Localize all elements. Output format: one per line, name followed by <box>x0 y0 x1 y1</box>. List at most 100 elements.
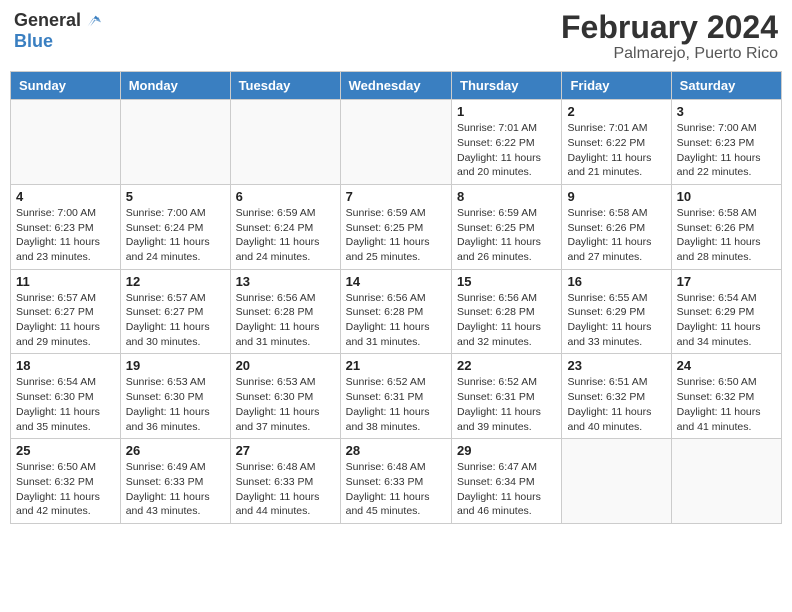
day-number: 15 <box>457 274 556 289</box>
day-number: 11 <box>16 274 115 289</box>
day-info: Sunrise: 6:52 AM Sunset: 6:31 PM Dayligh… <box>457 375 556 434</box>
calendar-cell: 24 Sunrise: 6:50 AM Sunset: 6:32 PM Dayli… <box>671 354 781 439</box>
day-header-saturday: Saturday <box>671 72 781 100</box>
calendar-cell: 1 Sunrise: 7:01 AM Sunset: 6:22 PM Daylig… <box>452 100 562 185</box>
day-number: 1 <box>457 104 556 119</box>
calendar-cell: 10Sunrise: 6:58 AM Sunset: 6:26 PM Dayli… <box>671 184 781 269</box>
calendar-cell: 25 Sunrise: 6:50 AM Sunset: 6:32 PM Dayli… <box>11 439 121 524</box>
day-info: Sunrise: 6:52 AM Sunset: 6:31 PM Dayligh… <box>346 375 446 434</box>
calendar-cell: 6Sunrise: 6:59 AM Sunset: 6:24 PM Daylig… <box>230 184 340 269</box>
calendar-cell: 19Sunrise: 6:53 AM Sunset: 6:30 PM Dayli… <box>120 354 230 439</box>
day-info: Sunrise: 6:59 AM Sunset: 6:24 PM Dayligh… <box>236 206 335 265</box>
calendar-cell <box>230 100 340 185</box>
day-number: 14 <box>346 274 446 289</box>
header: General Blue February 2024 Palmarejo, Pu… <box>10 10 782 63</box>
calendar-cell: 7 Sunrise: 6:59 AM Sunset: 6:25 PM Daylig… <box>340 184 451 269</box>
day-info: Sunrise: 6:51 AM Sunset: 6:32 PM Dayligh… <box>567 375 665 434</box>
day-number: 12 <box>126 274 225 289</box>
day-header-tuesday: Tuesday <box>230 72 340 100</box>
logo-blue-text: Blue <box>14 31 53 51</box>
day-info: Sunrise: 6:58 AM Sunset: 6:26 PM Dayligh… <box>677 206 776 265</box>
day-number: 19 <box>126 358 225 373</box>
calendar-cell: 17 Sunrise: 6:54 AM Sunset: 6:29 PM Dayli… <box>671 269 781 354</box>
day-number: 24 <box>677 358 776 373</box>
calendar-cell: 5 Sunrise: 7:00 AM Sunset: 6:24 PM Daylig… <box>120 184 230 269</box>
calendar-cell: 13Sunrise: 6:56 AM Sunset: 6:28 PM Dayli… <box>230 269 340 354</box>
calendar-cell: 9 Sunrise: 6:58 AM Sunset: 6:26 PM Daylig… <box>562 184 671 269</box>
calendar-cell: 27Sunrise: 6:48 AM Sunset: 6:33 PM Dayli… <box>230 439 340 524</box>
day-number: 8 <box>457 189 556 204</box>
calendar-cell <box>671 439 781 524</box>
day-number: 16 <box>567 274 665 289</box>
day-number: 3 <box>677 104 776 119</box>
day-info: Sunrise: 6:49 AM Sunset: 6:33 PM Dayligh… <box>126 460 225 519</box>
day-number: 21 <box>346 358 446 373</box>
day-info: Sunrise: 6:50 AM Sunset: 6:32 PM Dayligh… <box>677 375 776 434</box>
calendar-cell: 15 Sunrise: 6:56 AM Sunset: 6:28 PM Dayli… <box>452 269 562 354</box>
day-number: 27 <box>236 443 335 458</box>
calendar-cell <box>562 439 671 524</box>
calendar-cell: 2 Sunrise: 7:01 AM Sunset: 6:22 PM Daylig… <box>562 100 671 185</box>
calendar-cell: 11 Sunrise: 6:57 AM Sunset: 6:27 PM Dayli… <box>11 269 121 354</box>
day-header-thursday: Thursday <box>452 72 562 100</box>
day-number: 9 <box>567 189 665 204</box>
calendar-cell: 21 Sunrise: 6:52 AM Sunset: 6:31 PM Dayli… <box>340 354 451 439</box>
calendar-cell: 16 Sunrise: 6:55 AM Sunset: 6:29 PM Dayli… <box>562 269 671 354</box>
day-number: 17 <box>677 274 776 289</box>
day-info: Sunrise: 6:54 AM Sunset: 6:29 PM Dayligh… <box>677 291 776 350</box>
day-info: Sunrise: 7:01 AM Sunset: 6:22 PM Dayligh… <box>457 121 556 180</box>
day-number: 22 <box>457 358 556 373</box>
day-number: 18 <box>16 358 115 373</box>
day-info: Sunrise: 6:59 AM Sunset: 6:25 PM Dayligh… <box>457 206 556 265</box>
day-header-wednesday: Wednesday <box>340 72 451 100</box>
day-info: Sunrise: 6:50 AM Sunset: 6:32 PM Dayligh… <box>16 460 115 519</box>
day-header-friday: Friday <box>562 72 671 100</box>
day-info: Sunrise: 6:55 AM Sunset: 6:29 PM Dayligh… <box>567 291 665 350</box>
day-number: 4 <box>16 189 115 204</box>
day-header-sunday: Sunday <box>11 72 121 100</box>
day-info: Sunrise: 6:56 AM Sunset: 6:28 PM Dayligh… <box>236 291 335 350</box>
calendar-cell: 4Sunrise: 7:00 AM Sunset: 6:23 PM Daylig… <box>11 184 121 269</box>
day-number: 28 <box>346 443 446 458</box>
week-row-3: 11 Sunrise: 6:57 AM Sunset: 6:27 PM Dayli… <box>11 269 782 354</box>
week-row-2: 4Sunrise: 7:00 AM Sunset: 6:23 PM Daylig… <box>11 184 782 269</box>
calendar-cell <box>340 100 451 185</box>
calendar-cell <box>120 100 230 185</box>
calendar-cell: 3 Sunrise: 7:00 AM Sunset: 6:23 PM Daylig… <box>671 100 781 185</box>
calendar-subtitle: Palmarejo, Puerto Rico <box>561 45 778 63</box>
day-info: Sunrise: 7:00 AM Sunset: 6:23 PM Dayligh… <box>677 121 776 180</box>
logo-bird-icon <box>81 11 101 31</box>
calendar-cell: 22 Sunrise: 6:52 AM Sunset: 6:31 PM Dayli… <box>452 354 562 439</box>
day-number: 7 <box>346 189 446 204</box>
calendar-cell <box>11 100 121 185</box>
day-number: 29 <box>457 443 556 458</box>
logo: General Blue <box>14 10 101 52</box>
day-info: Sunrise: 6:58 AM Sunset: 6:26 PM Dayligh… <box>567 206 665 265</box>
title-area: February 2024 Palmarejo, Puerto Rico <box>561 10 778 63</box>
calendar-cell: 28 Sunrise: 6:48 AM Sunset: 6:33 PM Dayli… <box>340 439 451 524</box>
week-row-1: 1 Sunrise: 7:01 AM Sunset: 6:22 PM Daylig… <box>11 100 782 185</box>
day-info: Sunrise: 7:01 AM Sunset: 6:22 PM Dayligh… <box>567 121 665 180</box>
day-info: Sunrise: 6:48 AM Sunset: 6:33 PM Dayligh… <box>346 460 446 519</box>
day-header-monday: Monday <box>120 72 230 100</box>
day-info: Sunrise: 6:57 AM Sunset: 6:27 PM Dayligh… <box>16 291 115 350</box>
week-row-4: 18Sunrise: 6:54 AM Sunset: 6:30 PM Dayli… <box>11 354 782 439</box>
calendar-cell: 26Sunrise: 6:49 AM Sunset: 6:33 PM Dayli… <box>120 439 230 524</box>
calendar-cell: 23 Sunrise: 6:51 AM Sunset: 6:32 PM Dayli… <box>562 354 671 439</box>
day-info: Sunrise: 6:53 AM Sunset: 6:30 PM Dayligh… <box>236 375 335 434</box>
day-number: 5 <box>126 189 225 204</box>
day-number: 20 <box>236 358 335 373</box>
day-info: Sunrise: 6:47 AM Sunset: 6:34 PM Dayligh… <box>457 460 556 519</box>
calendar-cell: 8 Sunrise: 6:59 AM Sunset: 6:25 PM Daylig… <box>452 184 562 269</box>
calendar-cell: 14Sunrise: 6:56 AM Sunset: 6:28 PM Dayli… <box>340 269 451 354</box>
calendar-cell: 20 Sunrise: 6:53 AM Sunset: 6:30 PM Dayli… <box>230 354 340 439</box>
day-number: 23 <box>567 358 665 373</box>
day-info: Sunrise: 7:00 AM Sunset: 6:24 PM Dayligh… <box>126 206 225 265</box>
day-number: 25 <box>16 443 115 458</box>
day-info: Sunrise: 6:56 AM Sunset: 6:28 PM Dayligh… <box>457 291 556 350</box>
calendar-cell: 12Sunrise: 6:57 AM Sunset: 6:27 PM Dayli… <box>120 269 230 354</box>
day-info: Sunrise: 6:59 AM Sunset: 6:25 PM Dayligh… <box>346 206 446 265</box>
week-row-5: 25 Sunrise: 6:50 AM Sunset: 6:32 PM Dayli… <box>11 439 782 524</box>
calendar-table: SundayMondayTuesdayWednesdayThursdayFrid… <box>10 71 782 524</box>
day-number: 2 <box>567 104 665 119</box>
